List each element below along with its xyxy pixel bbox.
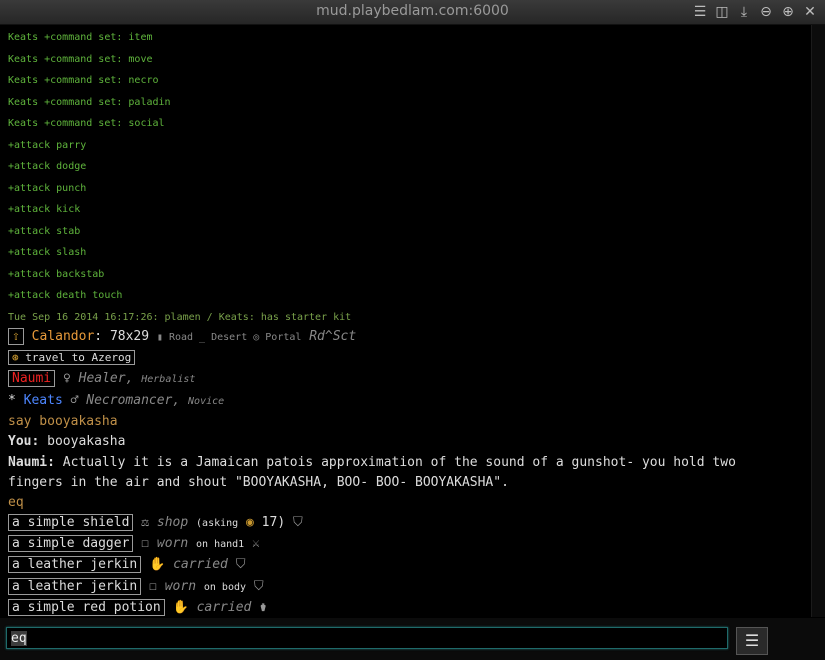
player-name[interactable]: Keats — [24, 393, 63, 408]
attack-line: +attack stab — [8, 226, 81, 237]
item-location: on hand1 — [196, 539, 245, 550]
naumi-text-2: fingers in the air and shout "BOOYAKASHA… — [8, 475, 509, 490]
npc-line: Naumi ♀ Healer, Herbalist — [8, 370, 196, 387]
attack-line: +attack slash — [8, 247, 87, 258]
attack-line: +attack punch — [8, 183, 87, 194]
shield-icon: ⛉ — [253, 579, 264, 594]
close-icon[interactable]: ✕ — [799, 3, 821, 21]
item-link[interactable]: a simple shield — [8, 514, 134, 531]
say-command: say booyakasha — [8, 414, 118, 429]
naumi-text-1: Actually it is a Jamaican patois approxi… — [62, 455, 736, 470]
item-link[interactable]: a simple red potion — [8, 599, 165, 616]
input-area: eq ☰ — [0, 618, 825, 660]
attack-line: +attack parry — [8, 140, 87, 151]
item-location: on body — [203, 582, 247, 593]
coin-icon: ◉ — [246, 515, 254, 530]
command-set-line: Keats +command set: item — [8, 32, 153, 43]
shield-icon: ⛉ — [292, 515, 303, 530]
command-input[interactable]: eq — [6, 627, 728, 649]
hamburger-icon: ☰ — [744, 631, 760, 650]
item-status: carried — [173, 557, 228, 572]
road-code: Rd^Sct — [309, 329, 357, 344]
npc-sub: Herbalist — [141, 374, 196, 385]
player-sub: Novice — [188, 396, 225, 407]
toolbar: ☰ ◫ ⤓ ⊖ ⊕ ✕ — [689, 3, 821, 21]
input-value: eq — [11, 631, 27, 646]
list-icon[interactable]: ☰ — [689, 3, 711, 21]
command-set-line: Keats +command set: social — [8, 118, 165, 129]
item-status: worn — [164, 579, 197, 594]
shop-icon: ⚖ — [141, 515, 150, 530]
male-icon: ♂ — [70, 393, 79, 408]
location-name[interactable]: Calandor — [32, 329, 95, 344]
equipment-row: a simple dagger ☐ worn on hand1 ⚔ — [8, 535, 260, 552]
compass-icon: ⊛ — [12, 351, 19, 364]
crossed-swords-icon: ⚔ — [252, 536, 260, 551]
item-link[interactable]: a leather jerkin — [8, 578, 142, 595]
attack-line: +attack kick — [8, 204, 81, 215]
title-bar: mud.playbedlam.com:6000 ☰ ◫ ⤓ ⊖ ⊕ ✕ — [0, 0, 825, 25]
output-screen: Keats +command set: item Keats +command … — [3, 25, 812, 617]
travel-button[interactable]: ⊛ travel to Azerog — [8, 350, 136, 365]
equipment-row: a simple shield ⚖ shop (asking ◉ 17) ⛉ — [8, 514, 303, 531]
equipment-row: a leather jerkin ☐ worn on body ⛉ — [8, 578, 264, 595]
zoom-in-icon[interactable]: ⊕ — [777, 3, 799, 21]
worn-icon: ☐ — [141, 536, 150, 551]
you-say-line: You: booyakasha — [8, 434, 125, 449]
exit-arrow-icon[interactable]: ⇧ — [8, 328, 24, 345]
npc-name[interactable]: Naumi — [8, 370, 56, 387]
command-set-line: Keats +command set: necro — [8, 75, 159, 86]
player-line: * Keats ♂ Necromancer, Novice — [8, 393, 225, 408]
player-marker: * — [8, 393, 16, 408]
attack-line: +attack backstab — [8, 269, 105, 280]
naumi-say-line: Naumi: Actually it is a Jamaican patois … — [8, 455, 736, 470]
travel-label: travel to Azerog — [25, 351, 132, 364]
travel-line: ⊛ travel to Azerog — [8, 350, 136, 365]
download-icon[interactable]: ⤓ — [733, 3, 755, 21]
eq-command: eq — [8, 495, 24, 510]
terrain-legend: ▮ Road _ Desert ◎ Portal — [156, 332, 302, 343]
item-status: shop — [156, 515, 189, 530]
location-coords: 78x29 — [109, 329, 150, 344]
attack-line: +attack death touch — [8, 290, 123, 301]
equipment-row: a simple red potion ✋ carried ⚱ — [8, 599, 268, 616]
output-scrollbar[interactable] — [812, 25, 825, 617]
split-icon[interactable]: ◫ — [711, 3, 733, 21]
naumi-label: Naumi: — [8, 455, 55, 470]
command-set-line: Keats +command set: paladin — [8, 97, 171, 108]
location-line: ⇧ Calandor: 78x29 ▮ Road _ Desert ◎ Port… — [8, 328, 357, 345]
you-text: booyakasha — [47, 434, 126, 449]
potion-icon: ⚱ — [259, 600, 268, 615]
shield-icon: ⛉ — [235, 557, 246, 572]
attack-line: +attack dodge — [8, 161, 87, 172]
item-price: 17) — [261, 515, 286, 530]
item-link[interactable]: a leather jerkin — [8, 556, 142, 573]
npc-class: Healer — [78, 371, 126, 386]
female-icon: ♀ — [62, 371, 71, 386]
command-set-line: Keats +command set: move — [8, 54, 153, 65]
item-status: carried — [196, 600, 252, 615]
location-sep: : — [94, 329, 110, 344]
player-class: Necromancer — [86, 393, 173, 408]
asking-label: (asking — [196, 518, 239, 529]
item-link[interactable]: a simple dagger — [8, 535, 134, 552]
hand-icon: ✋ — [172, 600, 189, 615]
menu-button[interactable]: ☰ — [736, 627, 768, 655]
hand-icon: ✋ — [149, 557, 166, 572]
zoom-out-icon[interactable]: ⊖ — [755, 3, 777, 21]
you-label: You: — [8, 434, 40, 449]
timestamp-line: Tue Sep 16 2014 16:17:26: plamen / Keats… — [8, 312, 352, 323]
item-status: worn — [156, 536, 189, 551]
equipment-row: a leather jerkin ✋ carried ⛉ — [8, 556, 246, 573]
worn-icon: ☐ — [149, 579, 157, 594]
